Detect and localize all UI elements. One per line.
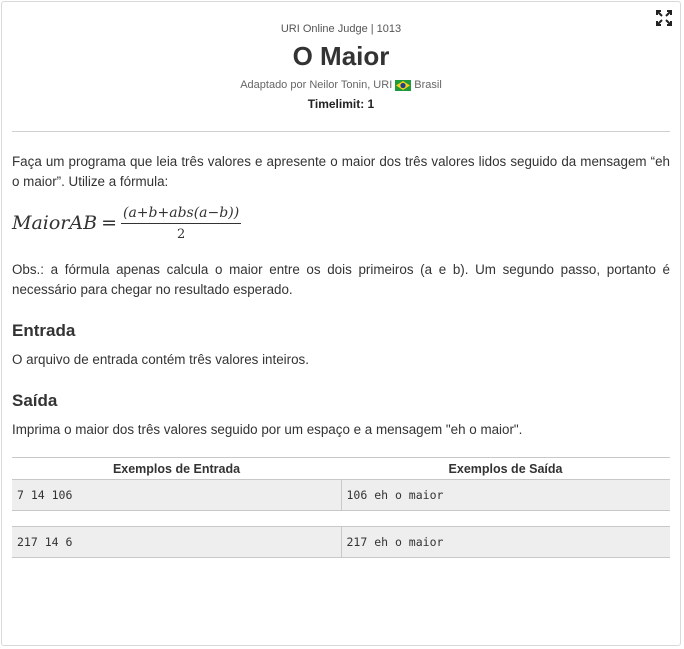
output-examples-header: Exemplos de Saída xyxy=(341,457,670,480)
problem-header: URI Online Judge | 1013 O Maior Adaptado… xyxy=(2,2,680,111)
problem-obs: Obs.: a fórmula apenas calcula o maior e… xyxy=(12,262,670,297)
judge-line: URI Online Judge | 1013 xyxy=(280,23,402,35)
example-spacer xyxy=(12,510,670,527)
problem-description: Faça um programa que leia três valores e… xyxy=(12,154,670,189)
example-input-cell[interactable]: 7 14 106 xyxy=(12,479,342,511)
examples-header-row: Exemplos de Entrada Exemplos de Saída xyxy=(12,457,670,480)
output-description: Imprima o maior dos três valores seguido… xyxy=(12,422,523,437)
example-input-cell[interactable]: 217 14 6 xyxy=(12,526,342,558)
problem-body: Faça um programa que leia três valores e… xyxy=(2,152,680,558)
divider xyxy=(12,131,670,132)
example-row: 7 14 106 106 eh o maior xyxy=(12,479,670,511)
formula-equals: = xyxy=(101,212,117,234)
formula-lhs: MaiorAB xyxy=(12,212,98,234)
example-row: 217 14 6 217 eh o maior xyxy=(12,526,670,558)
adapted-by-line: Adaptado por Neilor Tonin, URI Brasil xyxy=(2,78,680,92)
expand-icon[interactable] xyxy=(656,10,672,26)
input-heading: Entrada xyxy=(12,321,76,340)
adapted-by-text: Adaptado por Neilor Tonin, URI xyxy=(240,79,393,91)
input-description: O arquivo de entrada contém três valores… xyxy=(12,352,309,367)
formula-numerator: (a+b+abs(a−b)) xyxy=(121,205,242,224)
example-output-cell[interactable]: 217 eh o maior xyxy=(341,526,670,558)
example-output-cell[interactable]: 106 eh o maior xyxy=(341,479,670,511)
input-examples-header: Exemplos de Entrada xyxy=(12,457,341,480)
page-title: O Maior xyxy=(292,41,390,71)
timelimit: Timelimit: 1 xyxy=(307,97,375,111)
country-name: Brasil xyxy=(414,79,442,91)
brazil-flag-icon xyxy=(395,79,412,91)
problem-panel: URI Online Judge | 1013 O Maior Adaptado… xyxy=(1,1,681,646)
expand-icon-graphic xyxy=(656,10,672,26)
output-heading: Saída xyxy=(12,391,58,410)
formula-fraction: (a+b+abs(a−b)) 2 xyxy=(121,205,242,242)
examples-table: Exemplos de Entrada Exemplos de Saída 7 … xyxy=(12,457,670,558)
formula: MaiorAB = (a+b+abs(a−b)) 2 xyxy=(12,202,670,244)
formula-denominator: 2 xyxy=(176,226,186,242)
